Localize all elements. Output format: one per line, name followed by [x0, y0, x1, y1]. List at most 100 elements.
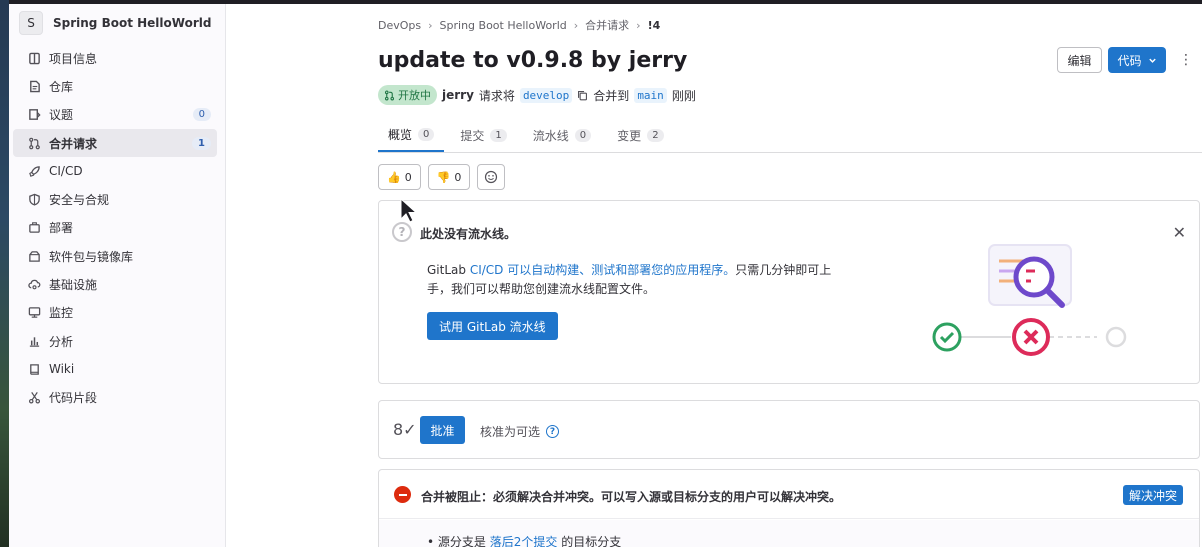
copy-icon[interactable]: [577, 90, 588, 101]
sidebar-item-repository[interactable]: 仓库: [13, 72, 217, 100]
try-pipeline-button[interactable]: 试用 GitLab 流水线: [427, 312, 558, 340]
sidebar-item-snippets[interactable]: 代码片段: [13, 384, 217, 412]
main-content: DevOps › Spring Boot HelloWorld › 合并请求 ›…: [226, 4, 1202, 547]
sidebar-item-label: 仓库: [49, 79, 74, 94]
cloud-gear-icon: [27, 278, 41, 292]
thumbs-up-count: 0: [404, 170, 412, 184]
question-icon: ?: [392, 222, 412, 242]
request-text: 请求将: [478, 88, 515, 103]
book-icon: [27, 362, 41, 376]
breadcrumb-merge-requests[interactable]: 合并请求: [585, 17, 629, 33]
tab-overview[interactable]: 概览 0: [378, 119, 445, 152]
resolve-conflicts-button[interactable]: 解决冲突: [1122, 485, 1183, 505]
thumbs-down-button[interactable]: 👎 0: [427, 164, 471, 190]
sidebar-item-deployments[interactable]: 部署: [13, 214, 217, 242]
sidebar-item-label: 议题: [49, 108, 74, 123]
target-branch[interactable]: main: [634, 87, 667, 103]
sidebar-item-cicd[interactable]: CI/CD: [13, 157, 217, 185]
tab-label: 提交: [460, 129, 485, 143]
merge-blocked-card: 合并被阻止：必须解决合并冲突。可以写入源或目标分支的用户可以解决冲突。 解决冲突…: [378, 469, 1200, 547]
edit-button[interactable]: 编辑: [1057, 47, 1102, 73]
sidebar-item-issues[interactable]: 议题 0: [13, 101, 217, 129]
sidebar-item-infrastructure[interactable]: 基础设施: [13, 270, 217, 298]
sidebar-item-label: 基础设施: [49, 278, 98, 293]
desktop-background-edge: [0, 0, 9, 547]
merge-blocked-details: • 源分支是 落后2个提交 的目标分支: [379, 520, 1199, 547]
code-button-label: 代码: [1117, 53, 1142, 68]
cicd-link[interactable]: CI/CD 可以自动构建、测试和部署您的应用程序。: [470, 263, 735, 277]
sidebar-item-analytics[interactable]: 分析: [13, 327, 217, 355]
tab-count: 0: [418, 128, 435, 141]
sidebar-item-label: 安全与合规: [49, 193, 110, 208]
tab-commits[interactable]: 提交 1: [450, 119, 516, 152]
chevron-right-icon: ›: [428, 18, 433, 32]
issues-icon: [27, 108, 41, 122]
item-suffix: 的目标分支: [561, 535, 622, 547]
sidebar-item-label: 合并请求: [49, 136, 98, 151]
breadcrumb-project[interactable]: Spring Boot HelloWorld: [440, 19, 567, 32]
code-dropdown-button[interactable]: 代码: [1108, 47, 1166, 73]
desc-prefix: GitLab: [427, 263, 470, 277]
project-info-icon: [27, 51, 41, 65]
sidebar-item-label: Wiki: [49, 362, 75, 377]
tab-count: 2: [647, 129, 664, 142]
chevron-right-icon: ›: [636, 18, 641, 32]
sidebar-item-security[interactable]: 安全与合规: [13, 185, 217, 213]
sidebar-item-label: 项目信息: [49, 51, 98, 66]
item-prefix: 源分支是: [437, 535, 486, 547]
sidebar-item-merge-requests[interactable]: 合并请求 1: [13, 128, 217, 158]
source-branch[interactable]: develop: [519, 87, 573, 103]
project-avatar: S: [19, 11, 43, 35]
thumbs-up-icon: 👍: [387, 170, 401, 184]
chart-icon: [27, 334, 41, 348]
sidebar-item-label: 代码片段: [49, 391, 98, 406]
breadcrumb-devops[interactable]: DevOps: [378, 19, 421, 32]
approval-card: 8✓ 批准 核准为可选 ?: [378, 400, 1200, 459]
close-icon[interactable]: ✕: [1173, 223, 1186, 242]
tab-changes[interactable]: 变更 2: [607, 119, 673, 152]
help-icon[interactable]: ?: [546, 425, 560, 438]
sidebar-item-monitor[interactable]: 监控: [13, 299, 217, 327]
monitor-icon: [27, 306, 41, 320]
scissors-icon: [27, 391, 41, 405]
author-name[interactable]: jerry: [442, 88, 474, 102]
pipeline-illustration: [932, 244, 1127, 356]
sidebar: S Spring Boot HelloWorld 项目信息 仓库 议题 0 合并…: [9, 4, 226, 547]
merge-blocked-text: 合并被阻止：必须解决合并冲突。可以写入源或目标分支的用户可以解决冲突。: [421, 490, 842, 504]
page-title: update to v0.9.8 by jerry: [378, 48, 688, 73]
shield-icon: [27, 193, 41, 207]
commits-behind-link[interactable]: 落后2个提交: [490, 535, 558, 547]
approval-optional-text: 核准为可选 ?: [480, 423, 560, 440]
package-icon: [27, 249, 41, 263]
merge-request-icon: [27, 136, 41, 150]
time-text: 刚刚: [671, 88, 696, 103]
merge-blocked-header: 合并被阻止：必须解决合并冲突。可以写入源或目标分支的用户可以解决冲突。 解决冲突: [379, 470, 1199, 519]
sidebar-item-wiki[interactable]: Wiki: [13, 355, 217, 383]
mr-tabs: 概览 0 提交 1 流水线 0 变更 2: [378, 119, 1202, 153]
pipeline-card-description: GitLab CI/CD 可以自动构建、测试和部署您的应用程序。只需几分钟即可上…: [427, 261, 837, 299]
approve-button[interactable]: 批准: [420, 416, 465, 444]
more-actions-icon[interactable]: ⋮: [1178, 49, 1194, 71]
tab-label: 流水线: [532, 129, 569, 143]
merge-request-open-icon: [384, 90, 395, 100]
tab-label: 概览: [388, 128, 413, 142]
approval-icon: 8✓: [393, 420, 417, 439]
sidebar-item-label: 分析: [49, 334, 74, 349]
sidebar-item-project-info[interactable]: 项目信息: [13, 44, 217, 72]
smiley-icon: [485, 170, 498, 184]
project-name: Spring Boot HelloWorld: [53, 16, 212, 30]
status-label: 开放中: [398, 89, 431, 102]
project-header[interactable]: S Spring Boot HelloWorld: [9, 4, 225, 42]
tab-label: 变更: [617, 129, 642, 143]
tab-count: 1: [490, 129, 507, 142]
mouse-cursor-icon: [400, 198, 418, 223]
mr-meta: 开放中 jerry 请求将 develop 合并到 main 刚刚: [378, 85, 696, 105]
award-emoji-bar: 👍 0 👎 0: [378, 164, 506, 190]
breadcrumb-current[interactable]: !4: [648, 19, 661, 32]
sidebar-item-packages[interactable]: 软件包与镜像库: [13, 242, 217, 270]
chevron-down-icon: [1148, 58, 1156, 63]
tab-pipelines[interactable]: 流水线 0: [523, 119, 601, 152]
add-reaction-button[interactable]: [477, 164, 506, 190]
thumbs-up-button[interactable]: 👍 0: [378, 164, 421, 190]
tab-count: 0: [574, 129, 592, 142]
